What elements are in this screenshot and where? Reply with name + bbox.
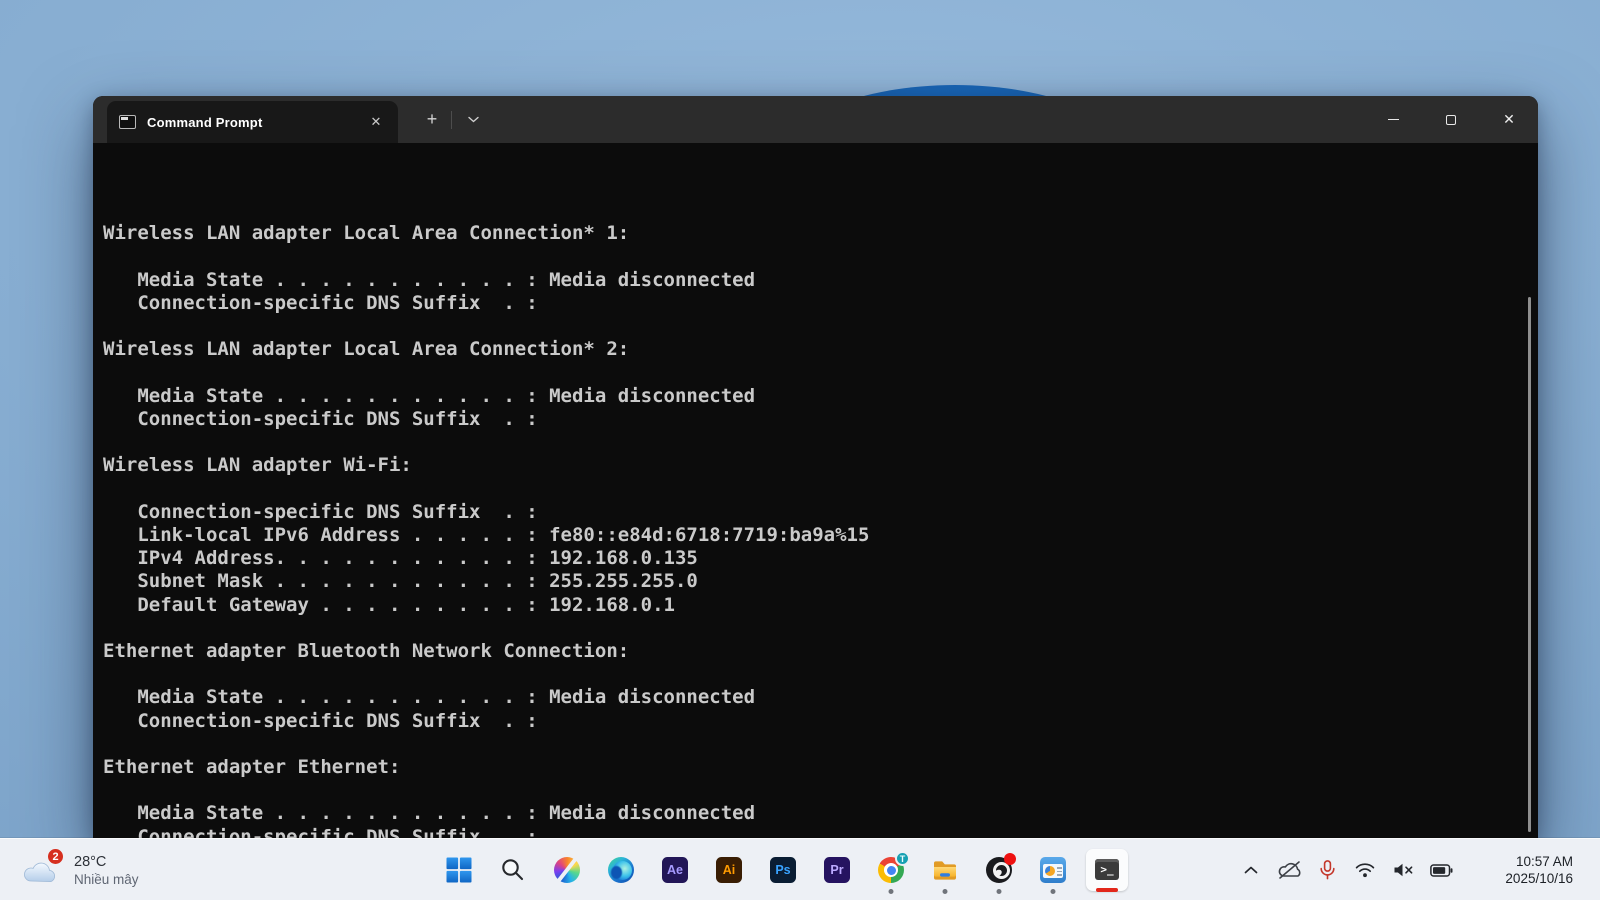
chevron-down-icon	[467, 116, 479, 123]
titlebar[interactable]: Command Prompt ✕ + ✕	[93, 96, 1538, 143]
search-button[interactable]	[500, 857, 526, 883]
search-icon	[502, 859, 524, 881]
terminal-line: Wireless LAN adapter Local Area Connecti…	[103, 338, 630, 361]
chrome-button[interactable]: T	[878, 851, 910, 883]
maximize-button[interactable]	[1422, 96, 1480, 143]
weather-text: 28°C Nhiều mây	[74, 854, 139, 887]
file-explorer-button[interactable]	[932, 857, 958, 883]
terminal-line: Ethernet adapter Ethernet:	[103, 756, 401, 779]
terminal-icon: >_	[1095, 859, 1119, 880]
maximize-icon	[1446, 114, 1456, 125]
cloud-off-icon	[1278, 861, 1300, 879]
terminal-output[interactable]: Wireless LAN adapter Local Area Connecti…	[93, 143, 1538, 838]
chrome-profile-badge: T	[895, 851, 910, 866]
desktop-wallpaper: Command Prompt ✕ + ✕ Wireless LAN adapte…	[0, 0, 1600, 900]
chevron-up-icon	[1244, 866, 1258, 874]
window-controls: ✕	[1364, 96, 1538, 143]
onedrive-status-button[interactable]	[1275, 839, 1303, 900]
photoshop-icon: Ps	[770, 857, 796, 883]
minimize-button[interactable]	[1364, 96, 1422, 143]
terminal-line: Subnet Mask . . . . . . . . . . . : 255.…	[103, 570, 698, 593]
system-monitor-icon	[1040, 857, 1066, 883]
terminal-line: Wireless LAN adapter Local Area Connecti…	[103, 222, 630, 245]
minimize-icon	[1387, 118, 1399, 121]
terminal-line: Media State . . . . . . . . . . . : Medi…	[103, 686, 756, 709]
terminal-line: Media State . . . . . . . . . . . : Medi…	[103, 802, 756, 825]
volume-muted-button[interactable]	[1389, 839, 1417, 900]
terminal-line: Connection-specific DNS Suffix . :	[103, 709, 538, 732]
weather-condition: Nhiều mây	[74, 871, 139, 887]
terminal-line: Wireless LAN adapter Wi-Fi:	[103, 454, 412, 477]
terminal-line: Link-local IPv6 Address . . . . . : fe80…	[103, 524, 870, 547]
terminal-line: Connection-specific DNS Suffix . :	[103, 825, 538, 838]
wifi-icon	[1355, 863, 1375, 878]
clock-date: 2025/10/16	[1505, 871, 1573, 886]
premiere-button[interactable]: Pr	[824, 857, 850, 883]
illustrator-icon: Ai	[716, 857, 742, 883]
system-tray: 10:57 AM 2025/10/16	[1237, 839, 1600, 900]
taskbar: 2 28°C Nhiều mây Ae Ai Ps Pr T >_ 10:57 …	[0, 838, 1600, 900]
taskbar-apps: Ae Ai Ps Pr T >_	[446, 839, 1128, 900]
new-tab-button[interactable]: +	[418, 96, 446, 143]
battery-icon	[1429, 863, 1452, 877]
start-button[interactable]	[446, 857, 472, 883]
volume-mute-icon	[1394, 863, 1412, 877]
clock-time: 10:57 AM	[1515, 854, 1573, 869]
terminal-line: Default Gateway . . . . . . . . . : 192.…	[103, 593, 675, 616]
terminal-line: Connection-specific DNS Suffix . :	[103, 500, 538, 523]
microphone-icon	[1319, 860, 1335, 880]
terminal-line: Ethernet adapter Bluetooth Network Conne…	[103, 640, 630, 663]
terminal-lines: Wireless LAN adapter Local Area Connecti…	[103, 222, 1538, 838]
terminal-scrollbar[interactable]	[1528, 297, 1531, 832]
photoshop-button[interactable]: Ps	[770, 857, 796, 883]
after-effects-button[interactable]: Ae	[662, 857, 688, 883]
cmd-window-icon	[119, 115, 136, 129]
tab-separator	[451, 111, 452, 129]
folder-icon	[934, 861, 956, 880]
edge-icon	[608, 857, 634, 883]
tab-title: Command Prompt	[147, 114, 263, 130]
weather-widget[interactable]: 2 28°C Nhiều mây	[10, 839, 210, 900]
terminal-line: Connection-specific DNS Suffix . :	[103, 408, 538, 431]
edge-button[interactable]	[608, 857, 634, 883]
windows-logo-icon	[446, 857, 472, 883]
battery-button[interactable]	[1427, 839, 1455, 900]
terminal-line: Media State . . . . . . . . . . . : Medi…	[103, 384, 756, 407]
terminal-line: Media State . . . . . . . . . . . : Medi…	[103, 268, 756, 291]
weather-temperature: 28°C	[74, 853, 107, 870]
terminal-window: Command Prompt ✕ + ✕ Wireless LAN adapte…	[93, 96, 1538, 838]
microphone-status-button[interactable]	[1313, 839, 1341, 900]
terminal-line: IPv4 Address. . . . . . . . . . . : 192.…	[103, 547, 698, 570]
tab-command-prompt[interactable]: Command Prompt ✕	[107, 101, 398, 143]
weather-notification-badge: 2	[46, 847, 65, 866]
obs-recording-badge	[1004, 853, 1016, 865]
obs-button[interactable]	[986, 853, 1016, 883]
terminal-line: Connection-specific DNS Suffix . :	[103, 292, 538, 315]
tray-expand-button[interactable]	[1237, 839, 1265, 900]
premiere-icon: Pr	[824, 857, 850, 883]
illustrator-button[interactable]: Ai	[716, 857, 742, 883]
system-monitor-button[interactable]	[1040, 857, 1066, 883]
taskbar-clock[interactable]: 10:57 AM 2025/10/16	[1465, 853, 1573, 887]
tab-dropdown-button[interactable]	[459, 96, 487, 143]
terminal-taskbar-button[interactable]: >_	[1086, 849, 1128, 892]
wifi-button[interactable]	[1351, 839, 1379, 900]
active-app-indicator	[1096, 888, 1118, 892]
after-effects-icon: Ae	[662, 857, 688, 883]
copilot-button[interactable]	[554, 857, 580, 883]
copilot-icon	[554, 857, 580, 883]
close-button[interactable]: ✕	[1480, 96, 1538, 143]
tab-close-icon[interactable]: ✕	[366, 114, 386, 130]
